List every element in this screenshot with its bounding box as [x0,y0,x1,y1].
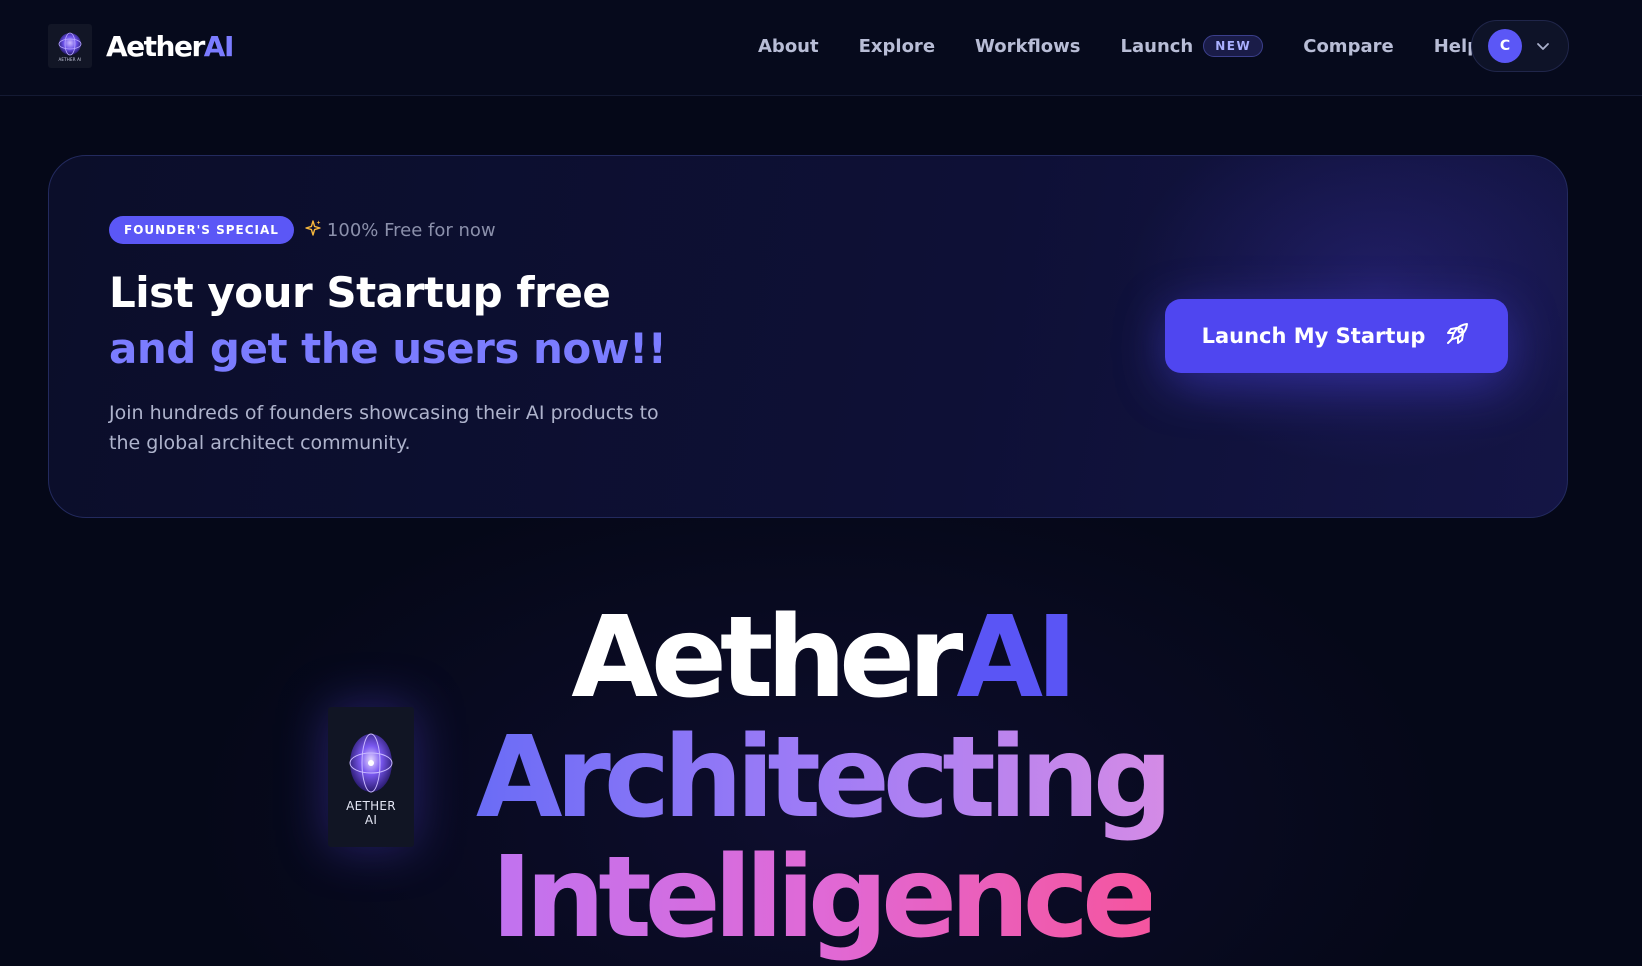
promo-tags: FOUNDER'S SPECIAL 100% Free for now [109,216,496,244]
hero-tagline-line2: Intelligence [0,836,1642,960]
nav-compare[interactable]: Compare [1303,36,1393,57]
nav-explore[interactable]: Explore [859,36,935,57]
founder-promo-card: FOUNDER'S SPECIAL 100% Free for now List… [48,155,1568,518]
hero-tagline-line1: Architecting [0,716,1642,840]
avatar: C [1488,29,1522,63]
nav-workflows[interactable]: Workflows [975,36,1080,57]
hero-title-main: Aether [571,593,963,723]
chevron-down-icon [1536,42,1550,51]
launch-my-startup-button[interactable]: Launch My Startup [1165,299,1508,373]
brand-wordmark: AetherAI [106,29,235,63]
brand-name-main: Aether [106,29,205,63]
logo-caption: AETHER AI [58,56,82,62]
nav-about[interactable]: About [758,36,819,57]
launch-button-label: Launch My Startup [1201,324,1426,348]
new-badge: NEW [1203,35,1264,57]
free-note-text: 100% Free for now [326,219,496,241]
hero-tagline-intelligence: Intelligence [490,833,1158,963]
sparkle-icon [304,219,322,242]
brand-name-accent: AI [203,29,235,63]
main-nav: About Explore Workflows Launch NEW Compa… [758,32,1520,60]
hero-tagline-architecting: Architecting [475,713,1173,843]
hero-title-accent: AI [956,593,1077,723]
brand-home-link[interactable]: AETHER AI AetherAI [48,24,235,68]
rocket-icon [1443,320,1471,353]
founders-special-badge: FOUNDER'S SPECIAL [109,216,294,244]
user-menu-button[interactable]: C [1471,20,1569,72]
hero-title: AetherAI [0,596,1642,720]
top-navbar: AETHER AI AetherAI About Explore Workflo… [0,0,1642,96]
page: AETHER AI AetherAI About Explore Workflo… [0,0,1642,966]
promo-description: Join hundreds of founders showcasing the… [109,402,659,454]
free-note: 100% Free for now [304,219,496,242]
orb-logo-icon: AETHER AI [48,24,92,68]
nav-launch[interactable]: Launch NEW [1121,35,1264,57]
promo-subtitle: and get the users now!! [109,324,667,373]
promo-title: List your Startup free [109,268,611,317]
nav-launch-label: Launch [1120,35,1194,57]
